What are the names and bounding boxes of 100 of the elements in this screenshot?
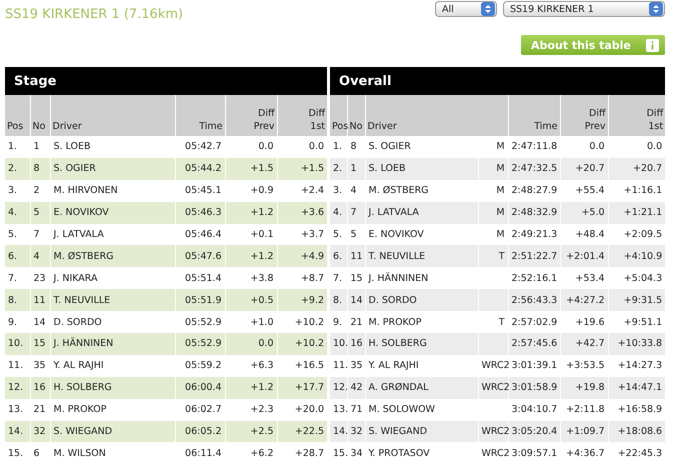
table-cell: +4:27.2 — [560, 289, 608, 312]
section-header: Overall — [330, 67, 666, 95]
table-cell: +18:08.6 — [608, 420, 666, 442]
table-cell: 5 — [30, 202, 50, 224]
table-cell: T — [478, 245, 508, 268]
table-cell: 9. — [330, 311, 348, 334]
table-cell: 06:00.4 — [175, 376, 225, 399]
table-cell: +10:33.8 — [608, 333, 666, 355]
table-cell: A. GRØNDAL — [365, 376, 478, 399]
table-cell: +0.5 — [225, 289, 277, 312]
table-cell: 10. — [330, 333, 348, 355]
table-cell: 12. — [330, 376, 348, 399]
table-cell: M — [478, 202, 508, 224]
table-cell: +1:09.7 — [560, 420, 608, 442]
table-cell: 6. — [5, 245, 30, 268]
table-cell: 16 — [347, 333, 366, 355]
table-cell: +20.7 — [608, 158, 666, 180]
filter-dropdown[interactable]: SS19 KIRKENER 1 — [503, 1, 665, 17]
table-cell: 14. — [330, 420, 348, 442]
table-cell: 6 — [30, 442, 50, 463]
table-cell: +1.5 — [225, 158, 277, 180]
table-cell: 2. — [5, 158, 30, 180]
column-header: Time — [508, 95, 560, 136]
table-cell: 14 — [347, 289, 366, 312]
table-cell: +28.7 — [277, 442, 328, 463]
table-cell: 05:52.9 — [175, 333, 225, 355]
table-cell: +10.2 — [277, 333, 328, 355]
table-cell: +14:47.1 — [608, 376, 666, 399]
table-cell: 05:51.9 — [175, 289, 225, 312]
stage-title: SS19 KIRKENER 1 (7.16km) — [5, 7, 184, 24]
table-cell: 4 — [30, 245, 50, 268]
table-cell: 4. — [5, 202, 30, 224]
table-cell: 7. — [330, 267, 348, 290]
table-cell: 9. — [5, 311, 30, 334]
table-cell: D. SORDO — [365, 289, 478, 312]
column-header: Diff 1st — [608, 95, 666, 136]
table-cell: 05:47.6 — [175, 245, 225, 268]
column-header: Diff Prev — [560, 95, 608, 136]
table-cell: H. SOLBERG — [365, 333, 478, 355]
table-cell: +2.5 — [225, 420, 277, 442]
table-cell: J. HÄNNINEN — [50, 333, 175, 355]
dropdown-arrows-icon — [481, 2, 495, 16]
table-cell: +17.7 — [277, 376, 328, 399]
table-cell: +4.9 — [277, 245, 328, 268]
table-cell: T. NEUVILLE — [50, 289, 175, 312]
table-cell: 05:46.3 — [175, 202, 225, 224]
table-cell: 3. — [330, 180, 348, 202]
column-header: Pos — [330, 95, 348, 136]
table-cell: 2:51:22.7 — [508, 245, 560, 268]
table-cell: +6.2 — [225, 442, 277, 463]
table-cell: 7. — [5, 267, 30, 290]
table-cell: +2:01.4 — [560, 245, 608, 268]
table-cell: WRC2 — [478, 442, 508, 463]
column-header: Diff Prev — [225, 95, 277, 136]
table-cell: 8. — [5, 289, 30, 312]
column-header: Driver — [365, 95, 478, 136]
table-cell: 3:09:57.1 — [508, 442, 560, 463]
table-cell: +9:31.5 — [608, 289, 666, 312]
table-cell: J. LATVALA — [365, 202, 478, 224]
table-cell: +5.0 — [560, 202, 608, 224]
table-cell: 1. — [330, 136, 348, 158]
table-cell: 13. — [330, 398, 348, 421]
table-cell: S. LOEB — [365, 158, 478, 180]
table-cell: 11. — [5, 354, 30, 377]
table-cell: 5. — [330, 224, 348, 246]
table-cell: 05:44.2 — [175, 158, 225, 180]
column-header: Driver — [50, 95, 175, 136]
table-cell: 06:11.4 — [175, 442, 225, 463]
table-cell: 3:05:20.4 — [508, 420, 560, 442]
table-cell: +4:10.9 — [608, 245, 666, 268]
table-cell: 7 — [347, 202, 366, 224]
table-cell: S. OGIER — [50, 158, 175, 180]
table-cell: +4:36.7 — [560, 442, 608, 463]
table-cell: 15 — [30, 333, 50, 355]
filter-dropdown[interactable]: All — [435, 1, 497, 17]
table-cell: +9.2 — [277, 289, 328, 312]
table-cell: 2:56:43.3 — [508, 289, 560, 312]
table-cell: 2:48:32.9 — [508, 202, 560, 224]
table-cell: +20.7 — [560, 158, 608, 180]
table-cell: +3.6 — [277, 202, 328, 224]
table-cell: 2. — [330, 158, 348, 180]
table-cell: 8 — [30, 158, 50, 180]
table-cell: 0.0 — [225, 333, 277, 355]
table-cell: 2:57:45.6 — [508, 333, 560, 355]
table-cell: 2:47:32.5 — [508, 158, 560, 180]
table-cell: M. WILSON — [50, 442, 175, 463]
table-cell: M — [478, 158, 508, 180]
table-cell: 8. — [330, 289, 348, 312]
section-header: Stage — [5, 67, 328, 95]
table-cell: +22:45.3 — [608, 442, 666, 463]
table-cell: Y. PROTASOV — [365, 442, 478, 463]
table-cell: 11. — [330, 354, 348, 377]
table-cell: E. NOVIKOV — [50, 202, 175, 224]
table-cell: +1.2 — [225, 202, 277, 224]
table-cell: +1:21.1 — [608, 202, 666, 224]
table-cell: S. WIEGAND — [365, 420, 478, 442]
table-cell-text: 15. — [332, 446, 348, 461]
table-cell: 16 — [30, 376, 50, 399]
table-cell: 12. — [5, 376, 30, 399]
column-header: No — [347, 95, 366, 136]
